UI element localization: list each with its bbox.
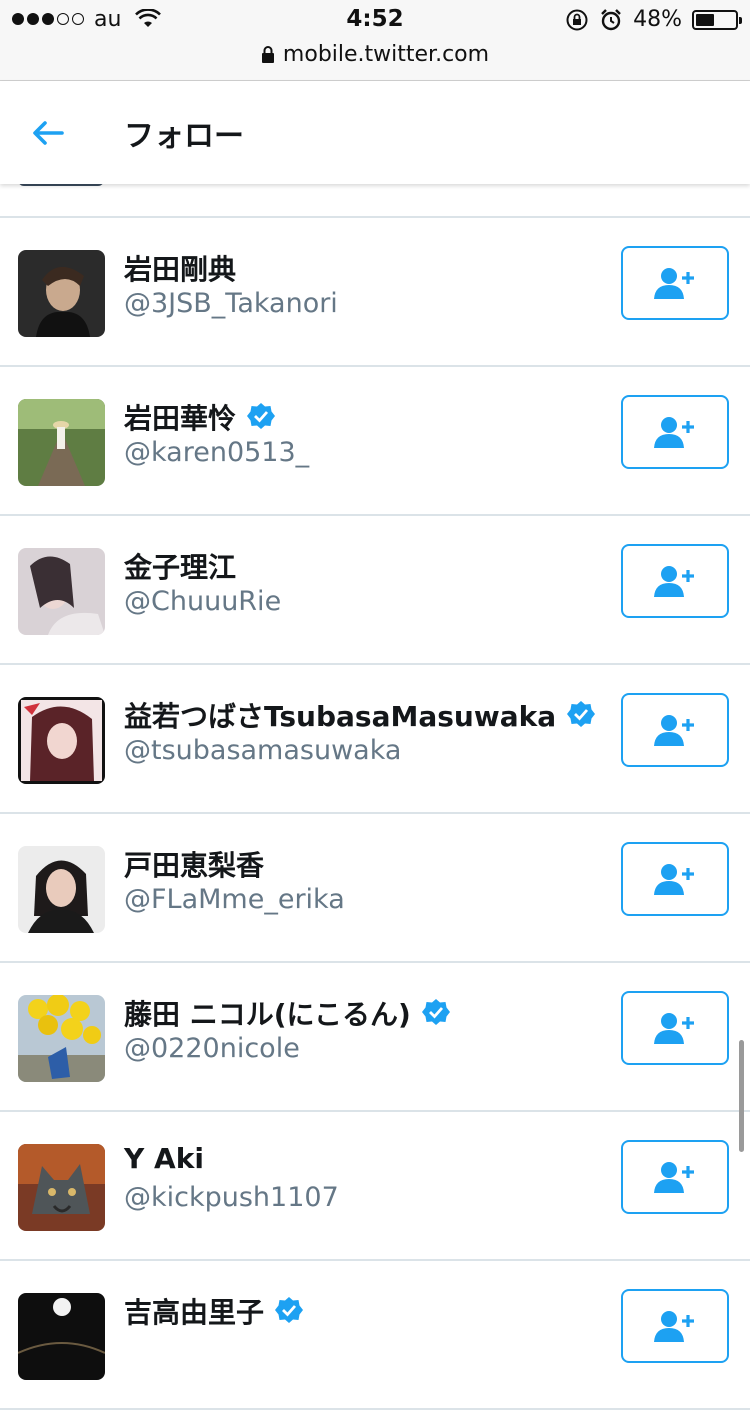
browser-status-bar: au 4:52 48% mobile.twitter.com [0,0,750,81]
list-item-partial [0,180,750,218]
add-user-icon [654,864,694,895]
user-row[interactable]: 吉高由里子 [0,1261,750,1410]
follow-button[interactable] [621,842,729,916]
user-handle: @FLaMme_erika [124,884,345,915]
lock-icon [261,46,274,63]
user-avatar[interactable] [18,399,105,486]
add-user-icon [654,566,694,597]
user-handle: @3JSB_Takanori [124,288,338,319]
user-avatar[interactable] [18,250,105,337]
user-avatar[interactable] [18,995,105,1082]
user-row[interactable]: 金子理江 @ChuuuRie [0,516,750,665]
follow-button[interactable] [621,1140,729,1214]
user-row[interactable]: 岩田華怜 @karen0513_ [0,367,750,516]
user-name[interactable]: 吉高由里子 [124,1291,264,1331]
user-name[interactable]: 金子理江 [124,546,236,586]
user-name[interactable]: Y Aki [124,1142,204,1175]
follow-button[interactable] [621,693,729,767]
user-avatar[interactable] [18,846,105,933]
verified-badge-icon [567,701,596,727]
user-row[interactable]: 益若つばさTsubasaMasuwaka @tsubasamasuwaka [0,665,750,814]
add-user-icon [654,715,694,746]
battery-percent: 48% [633,7,682,32]
follow-button[interactable] [621,395,729,469]
user-avatar[interactable] [18,548,105,635]
alarm-icon [601,8,621,30]
battery-icon [692,9,742,30]
user-name[interactable]: 岩田剛典 [124,248,236,288]
add-user-icon [654,268,694,299]
url-bar[interactable]: mobile.twitter.com [0,42,750,67]
following-list: 岩田剛典 @3JSB_Takanori 岩田華怜 @karen0513_ 金子理… [0,180,750,1410]
page-header: フォロー [0,81,750,184]
user-avatar[interactable] [18,1144,105,1231]
user-row[interactable]: 岩田剛典 @3JSB_Takanori [0,218,750,367]
add-user-icon [654,1013,694,1044]
user-row[interactable]: 戸田恵梨香 @FLaMme_erika [0,814,750,963]
add-user-icon [654,1162,694,1193]
user-name[interactable]: 戸田恵梨香 [124,844,264,884]
user-avatar[interactable] [18,697,105,784]
user-row[interactable]: 藤田 ニコル(にこるん) @0220nicole [0,963,750,1112]
follow-button[interactable] [621,991,729,1065]
user-name[interactable]: 岩田華怜 [124,397,236,437]
page-title: フォロー [124,119,244,154]
url-text: mobile.twitter.com [282,42,490,67]
back-arrow-icon[interactable] [30,115,66,151]
follow-button[interactable] [621,1289,729,1363]
scrollbar[interactable] [739,1040,744,1152]
verified-badge-icon [275,1297,304,1323]
user-handle: @kickpush1107 [124,1182,339,1213]
follow-button[interactable] [621,246,729,320]
user-handle: @karen0513_ [124,437,310,468]
user-avatar[interactable] [18,1293,105,1380]
user-row[interactable]: Y Aki @kickpush1107 [0,1112,750,1261]
rotation-lock-icon [566,9,588,30]
verified-badge-icon [247,403,276,429]
user-name[interactable]: 益若つばさTsubasaMasuwaka [124,695,556,735]
add-user-icon [654,1311,694,1342]
follow-button[interactable] [621,544,729,618]
verified-badge-icon [421,999,450,1025]
add-user-icon [654,417,694,448]
user-name[interactable]: 藤田 ニコル(にこるん) [124,993,411,1033]
user-handle: @tsubasamasuwaka [124,735,402,766]
user-handle: @0220nicole [124,1033,300,1064]
user-handle: @ChuuuRie [124,586,282,617]
